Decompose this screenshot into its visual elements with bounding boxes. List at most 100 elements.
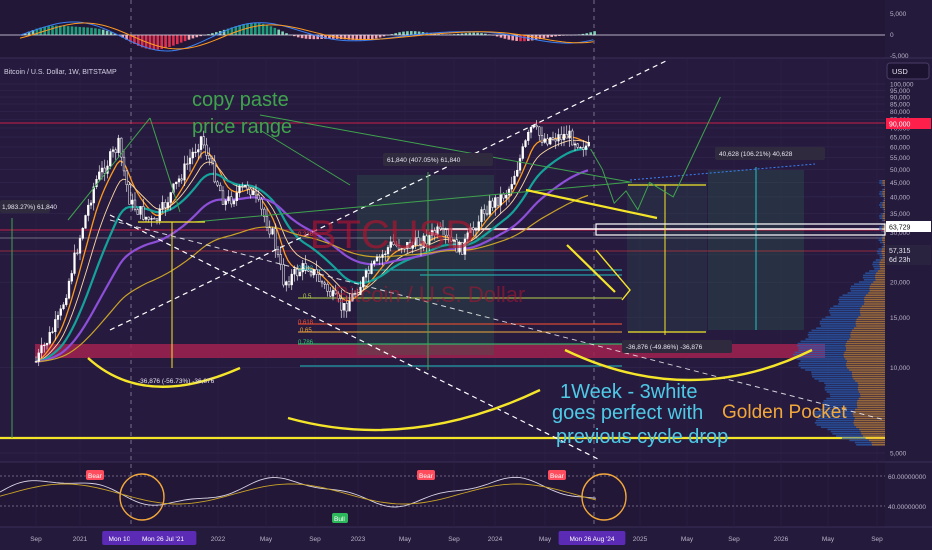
candle-body — [285, 281, 288, 286]
candle-body — [554, 139, 557, 142]
volume-bar-buy — [881, 230, 884, 233]
candle-body — [142, 206, 145, 220]
time-tick-label: 2025 — [633, 536, 648, 543]
macd-bar — [589, 32, 592, 35]
candle-body — [524, 140, 527, 147]
volume-bar-sell — [849, 338, 885, 340]
volume-bar-sell — [884, 197, 885, 200]
volume-bar-sell — [846, 362, 885, 365]
candle-body — [488, 200, 491, 215]
volume-bar-sell — [857, 389, 885, 391]
fib-0382: 0.382 — [298, 266, 314, 272]
candle-body — [224, 200, 227, 205]
bull-signal: Bull — [332, 513, 348, 523]
candle-body — [139, 206, 142, 215]
candle-body — [191, 151, 194, 159]
volume-bar-buy — [863, 274, 876, 277]
candle-body — [219, 184, 222, 192]
volume-bar-sell — [882, 217, 885, 219]
volume-bar-buy — [800, 360, 847, 362]
time-tick-label: May — [399, 536, 412, 543]
candle-body — [128, 184, 131, 205]
volume-bar-buy — [800, 367, 848, 369]
volume-bar-sell — [875, 279, 885, 281]
volume-bar-sell — [884, 210, 885, 213]
macd-bar — [519, 35, 522, 42]
macd-bar — [300, 35, 304, 39]
time-tick-label: May — [822, 536, 835, 543]
macd-bar — [66, 26, 70, 35]
macd-bar — [273, 27, 277, 35]
volume-bar-sell — [860, 314, 885, 316]
volume-bar-sell — [858, 397, 885, 400]
candle-body — [232, 200, 236, 205]
candle-body — [584, 145, 588, 150]
volume-bar-buy — [841, 437, 866, 439]
volume-bar-buy — [873, 265, 880, 268]
volume-bar-sell — [884, 199, 885, 202]
volume-bar-buy — [879, 182, 883, 184]
candle-body — [235, 192, 238, 202]
candle-body — [34, 361, 38, 363]
candle-body — [249, 188, 252, 196]
bear-signal-2: Bear — [417, 470, 435, 480]
candle-body — [62, 304, 65, 310]
volume-bar-buy — [854, 283, 872, 285]
volume-bar-buy — [863, 279, 876, 281]
volume-bar-sell — [859, 428, 885, 431]
currency-button[interactable]: USD — [886, 62, 930, 80]
candle-body — [87, 204, 90, 216]
macd-bar — [98, 28, 101, 35]
time-tick-label: Mon 26 Aug '24 — [570, 536, 615, 543]
osc-tick-2: 40.00000000 — [888, 504, 926, 511]
macd-bar — [503, 35, 507, 39]
macd-bar — [86, 27, 89, 35]
volume-bar-sell — [845, 342, 885, 345]
volume-bar-sell — [844, 351, 885, 354]
candle-body — [518, 158, 522, 171]
time-tick-label: Sep — [30, 536, 42, 543]
candle-body — [186, 163, 189, 165]
candle-body — [40, 345, 43, 354]
volume-bar-sell — [863, 298, 885, 301]
volume-bar-buy — [879, 180, 883, 182]
candle-body — [507, 188, 511, 196]
volume-bar-sell — [881, 252, 885, 255]
volume-bar-sell — [883, 184, 885, 186]
volume-bar-buy — [879, 257, 883, 259]
candle-body — [546, 138, 549, 145]
volume-bar-buy — [882, 199, 885, 202]
volume-bar-sell — [860, 307, 885, 310]
macd-bar — [152, 35, 156, 50]
volume-bar-buy — [816, 424, 855, 426]
candle-body — [103, 167, 106, 174]
volume-bar-sell — [856, 426, 885, 428]
volume-bar-sell — [865, 437, 885, 439]
volume-bar-buy — [881, 219, 884, 222]
price-tag-level: 57,315 6d 23h — [886, 245, 931, 265]
candle-body — [326, 284, 329, 292]
volume-bar-buy — [836, 435, 863, 437]
fib-0236: 0.236 — [298, 232, 314, 238]
volume-bar-buy — [800, 340, 848, 343]
candle-body — [535, 125, 538, 128]
candle-body — [197, 149, 200, 153]
candle-body — [318, 274, 321, 282]
volume-bar-buy — [872, 261, 880, 263]
volume-bar-buy — [814, 378, 854, 380]
volume-bar-buy — [850, 290, 870, 292]
time-tick-label: 2021 — [73, 536, 88, 543]
time-tick-label: May — [681, 536, 694, 543]
chart-canvas[interactable]: BTCUSD Bitcoin / U.S. Dollar Bitcoin / U… — [0, 0, 932, 550]
volume-bar-buy — [824, 389, 858, 391]
volume-bar-sell — [865, 294, 885, 296]
candle-body — [474, 229, 478, 231]
candle-body — [109, 151, 112, 167]
candle-body — [265, 216, 269, 228]
macd-bar — [164, 35, 167, 49]
time-tick-label: Sep — [871, 536, 883, 543]
volume-bar-sell — [861, 305, 885, 307]
volume-bar-sell — [846, 347, 885, 349]
volume-bar-sell — [857, 400, 885, 402]
candle-body — [254, 190, 258, 196]
